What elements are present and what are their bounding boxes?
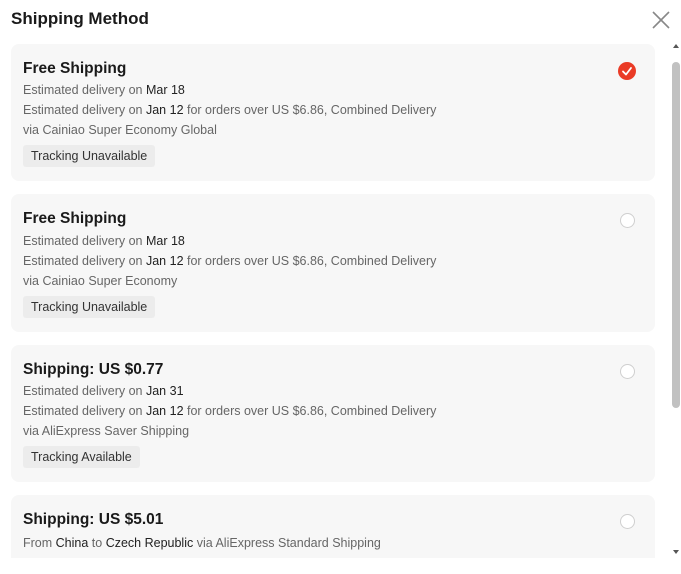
selected-radio[interactable] bbox=[618, 62, 636, 80]
option-radio[interactable] bbox=[620, 514, 635, 529]
dialog-title: Shipping Method bbox=[11, 9, 149, 28]
close-button[interactable] bbox=[650, 9, 672, 31]
tracking-badge: Tracking Available bbox=[23, 446, 140, 468]
estimated-delivery: Estimated delivery on Jan 31 bbox=[23, 384, 184, 398]
shipping-option-card[interactable]: Free Shipping Estimated delivery on Mar … bbox=[11, 44, 655, 181]
scrollbar-thumb[interactable] bbox=[672, 62, 680, 408]
close-icon bbox=[652, 11, 670, 29]
estimated-delivery: Estimated delivery on Mar 18 bbox=[23, 234, 185, 248]
option-title: Free Shipping bbox=[23, 60, 127, 77]
carrier-name: via AliExpress Saver Shipping bbox=[23, 424, 190, 438]
scroll-down-arrow-icon[interactable] bbox=[673, 550, 679, 554]
estimated-delivery: Estimated delivery on Mar 18 bbox=[23, 83, 185, 97]
shipping-option-card[interactable]: Free Shipping Estimated delivery on Mar … bbox=[11, 194, 655, 332]
shipping-option-card[interactable]: Shipping: US $0.77 Estimated delivery on… bbox=[11, 345, 655, 482]
option-radio[interactable] bbox=[620, 213, 635, 228]
scrollbar[interactable] bbox=[671, 44, 681, 558]
check-icon bbox=[622, 67, 632, 76]
combined-delivery-info: Estimated delivery on Jan 12 for orders … bbox=[23, 404, 437, 418]
option-title: Shipping: US $0.77 bbox=[23, 361, 164, 378]
tracking-badge: Tracking Unavailable bbox=[23, 145, 156, 167]
tracking-badge: Tracking Unavailable bbox=[23, 296, 156, 318]
shipping-options-list: Free Shipping Estimated delivery on Mar … bbox=[11, 44, 655, 558]
shipping-option-card[interactable]: Shipping: US $5.01 From China to Czech R… bbox=[11, 495, 655, 558]
carrier-name: via Cainiao Super Economy Global bbox=[23, 123, 217, 137]
scroll-up-arrow-icon[interactable] bbox=[673, 44, 679, 48]
option-title: Shipping: US $5.01 bbox=[23, 511, 164, 528]
option-radio[interactable] bbox=[620, 364, 635, 379]
option-title: Free Shipping bbox=[23, 210, 127, 227]
shipping-route: From China to Czech Republic via AliExpr… bbox=[23, 536, 381, 550]
combined-delivery-info: Estimated delivery on Jan 12 for orders … bbox=[23, 103, 437, 117]
combined-delivery-info: Estimated delivery on Jan 12 for orders … bbox=[23, 254, 437, 268]
carrier-name: via Cainiao Super Economy bbox=[23, 274, 178, 288]
